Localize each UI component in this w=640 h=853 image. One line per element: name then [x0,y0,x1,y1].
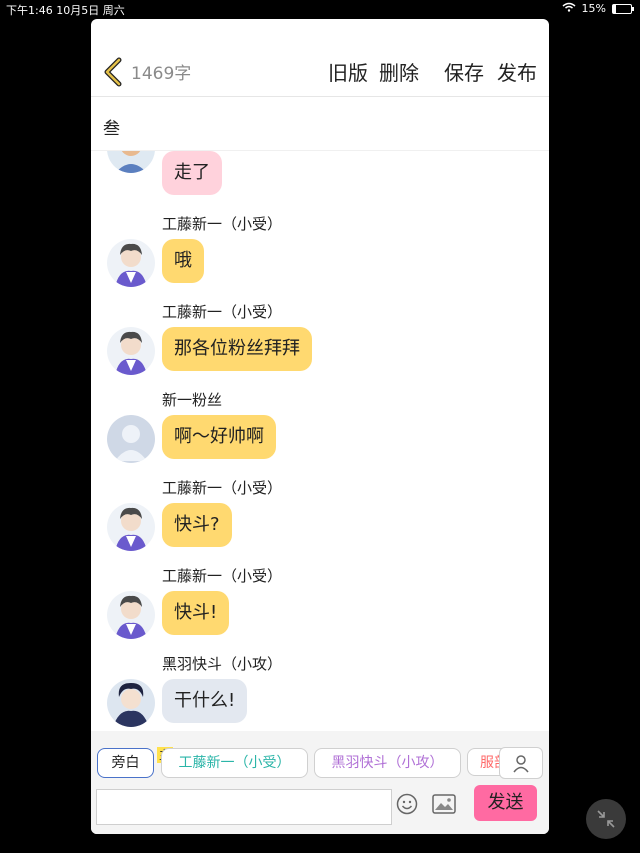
battery-percent: 15% [581,2,606,15]
avatar [107,679,155,727]
sender-name: 工藤新一（小受） [162,479,283,497]
old-version-button[interactable]: 旧版 [328,57,368,86]
message-input[interactable] [96,789,392,825]
message-bubble[interactable]: 快斗! [162,591,230,635]
sender-name: 工藤新一（小受） [162,215,283,233]
message-bubble[interactable]: 走了 [162,151,222,195]
sender-name: 工藤新一（小受） [162,567,283,585]
header-divider [91,96,549,97]
role-chip-kudo[interactable]: 工藤新一（小受） [161,748,308,778]
message-bubble[interactable]: 那各位粉丝拜拜 [162,327,312,371]
image-icon[interactable] [432,794,456,814]
emoji-icon[interactable] [396,793,418,815]
save-button[interactable]: 保存 [444,57,484,86]
editor-sheet: 1469字 旧版 删除 保存 发布 叁 走了 工藤新一（小受） 哦 工藤新一（小… [91,19,549,834]
message-bubble[interactable]: 快斗? [162,503,232,547]
sender-name: 新一粉丝 [162,391,223,409]
back-chevron-icon[interactable] [101,57,125,87]
message-bubble[interactable]: 啊～好帅啊 [162,415,276,459]
status-bar: 下午1:46 10月5日 周六 15% [0,0,640,18]
avatar [107,591,155,639]
chat-area[interactable]: 走了 工藤新一（小受） 哦 工藤新一（小受） 那各位粉丝拜拜 新一粉丝 啊～好帅… [91,151,549,731]
avatar [107,503,155,551]
role-manager-button[interactable] [499,747,543,779]
role-chip-narration[interactable]: 旁白 [97,748,154,778]
avatar [107,239,155,287]
default-avatar [107,415,155,463]
role-chip-kaito[interactable]: 黑羽快斗（小攻） [314,748,461,778]
avatar [107,327,155,375]
status-right: 15% [562,2,634,15]
avatar [107,151,155,173]
collapse-arrows-icon [596,809,616,833]
story-title[interactable]: 叁 [103,114,120,139]
sender-name: 黑羽快斗（小攻） [162,655,283,673]
person-icon [511,753,531,777]
collapse-floating-button[interactable] [586,799,626,839]
send-button[interactable]: 发送 [474,785,537,821]
publish-button[interactable]: 发布 [497,57,537,86]
delete-button[interactable]: 删除 [379,57,419,86]
status-time-date: 下午1:46 10月5日 周六 [6,4,125,17]
word-count: 1469字 [131,64,192,84]
message-bubble[interactable]: 干什么! [162,679,248,723]
top-toolbar: 1469字 旧版 删除 保存 发布 [91,49,549,95]
battery-icon [612,3,634,14]
sender-name: 工藤新一（小受） [162,303,283,321]
composer: 旁白 主 工藤新一（小受） 黑羽快斗（小攻） 服部 发送 [91,731,549,834]
message-bubble[interactable]: 哦 [162,239,204,283]
wifi-icon [562,2,576,15]
